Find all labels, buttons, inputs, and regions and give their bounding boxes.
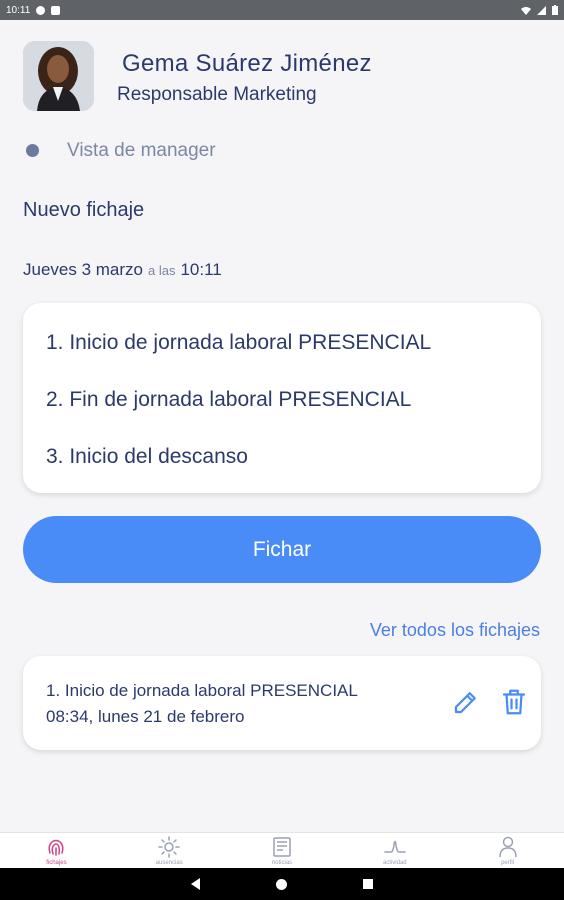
current-time: 10:11 <box>180 260 222 279</box>
user-icon <box>498 836 517 858</box>
option-start-workday[interactable]: 1. Inicio de jornada laboral PRESENCIAL <box>46 329 541 386</box>
manager-view-toggle[interactable] <box>26 144 39 157</box>
nav-label-noticias: noticias <box>271 860 293 866</box>
home-icon[interactable] <box>276 878 287 890</box>
notification-icon <box>36 5 46 15</box>
fichar-button[interactable]: Fichar <box>23 516 541 583</box>
system-nav-bar <box>0 868 564 900</box>
avatar <box>23 41 94 111</box>
nav-item-actividad[interactable]: actividad <box>365 835 425 866</box>
user-role: Responsable Marketing <box>117 84 317 105</box>
trash-icon[interactable] <box>499 687 529 717</box>
sd-card-icon <box>51 5 61 15</box>
option-start-break[interactable]: 3. Inicio del descanso <box>46 443 541 500</box>
nav-item-noticias[interactable]: noticias <box>252 835 312 866</box>
edit-icon[interactable] <box>451 687 481 717</box>
nav-item-ausencias[interactable]: ausencias <box>139 835 199 866</box>
at-label: a las <box>148 263 176 278</box>
nav-item-fichajes[interactable]: fichajes <box>26 835 86 866</box>
nav-label-ausencias: ausencias <box>155 860 183 866</box>
sun-icon <box>158 836 180 858</box>
fingerprint-icon <box>48 839 64 856</box>
section-title: Nuevo fichaje <box>23 199 145 221</box>
option-end-workday[interactable]: 2. Fin de jornada laboral PRESENCIAL <box>46 386 541 443</box>
clock-in-options-card: 1. Inicio de jornada laboral PRESENCIAL … <box>23 303 541 493</box>
battery-icon <box>552 5 558 15</box>
current-datetime: Jueves 3 marzo a las 10:11 <box>23 260 222 280</box>
wifi-icon <box>521 6 531 15</box>
user-name: Gema Suárez Jiménez <box>122 50 372 77</box>
view-all-records-link[interactable]: Ver todos los fichajes <box>370 620 540 641</box>
nav-label-actividad: actividad <box>382 860 407 866</box>
news-icon <box>273 837 291 857</box>
signal-icon <box>537 5 546 15</box>
activity-icon <box>384 840 406 853</box>
manager-view-label[interactable]: Vista de manager <box>67 140 216 162</box>
current-date: Jueves 3 marzo <box>23 260 143 279</box>
nav-label-perfil: perfil <box>501 860 515 866</box>
status-time: 10:11 <box>6 4 31 16</box>
back-icon[interactable] <box>191 878 200 890</box>
recent-apps-icon[interactable] <box>363 879 373 889</box>
nav-item-perfil[interactable]: perfil <box>478 835 538 866</box>
status-bar: 10:11 <box>0 0 564 20</box>
bottom-nav: fichajes ausencias noticias actividad pe… <box>0 832 564 868</box>
record-card: 1. Inicio de jornada laboral PRESENCIAL … <box>23 656 541 750</box>
nav-label-fichajes: fichajes <box>46 860 67 866</box>
